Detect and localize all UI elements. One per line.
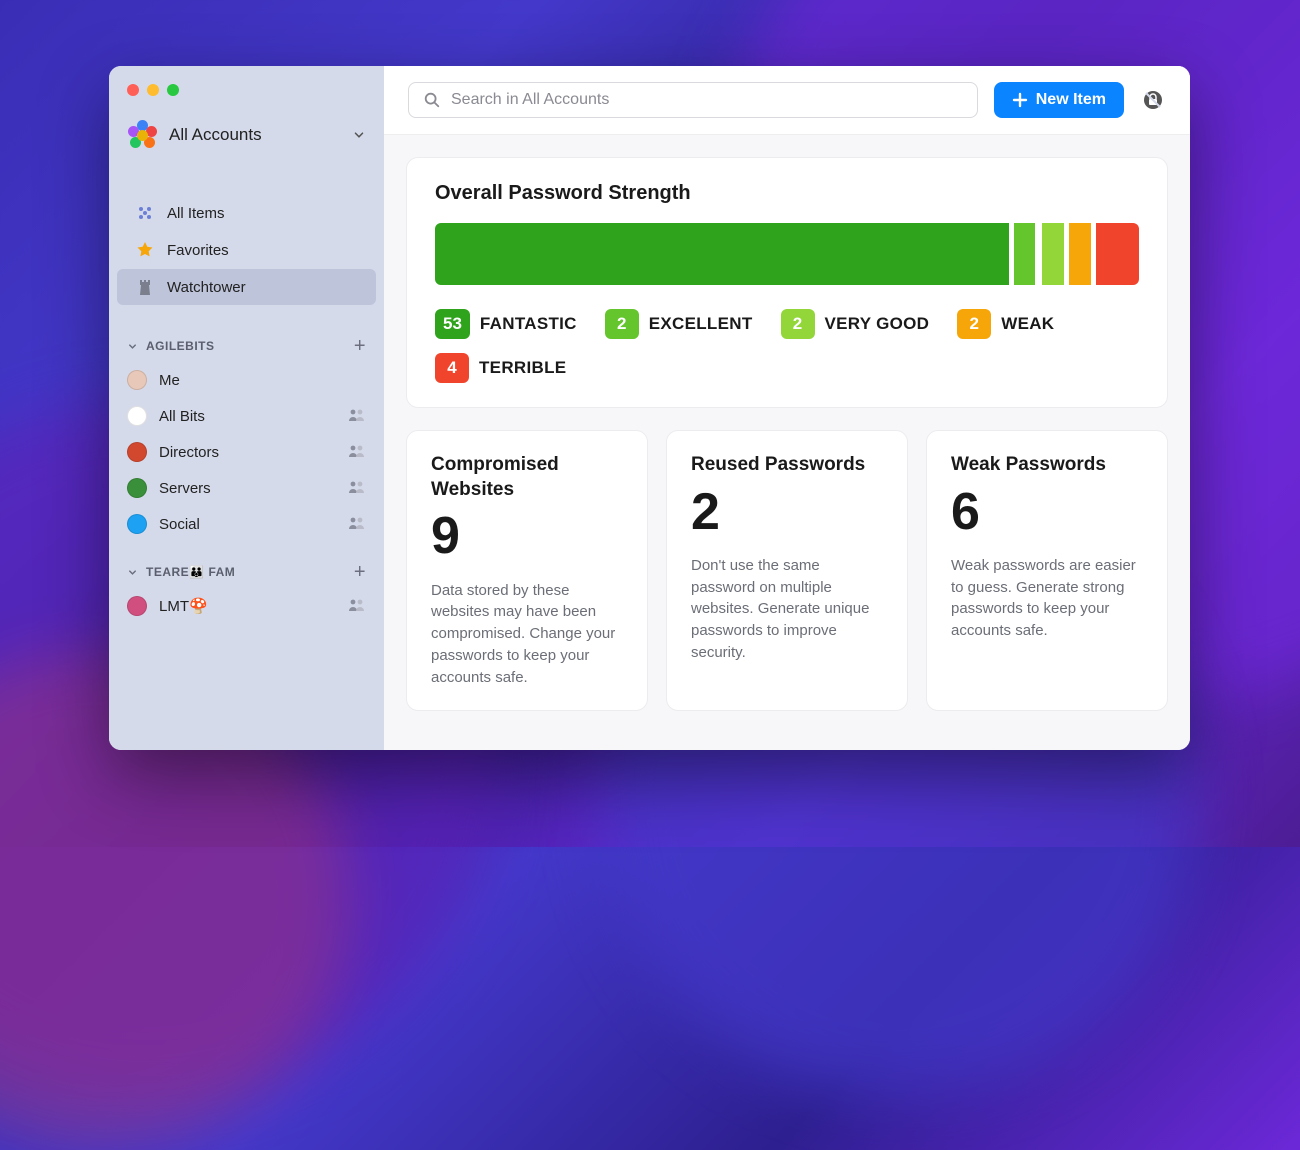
bar-segment-terrible: [1096, 223, 1139, 285]
add-vault-button[interactable]: +: [354, 336, 366, 356]
vault-item-allbits[interactable]: All Bits: [109, 398, 384, 434]
legend-count-badge: 53: [435, 309, 470, 339]
lock-button[interactable]: [1140, 87, 1166, 113]
vault-label: All Bits: [159, 408, 205, 425]
sidebar: All Accounts All Items Favorites Wat: [109, 66, 384, 750]
bar-segment-verygood: [1042, 223, 1064, 285]
shared-icon: [348, 516, 366, 533]
group-header-agilebits[interactable]: AGILEBITS +: [109, 316, 384, 362]
bar-segment-weak: [1069, 223, 1091, 285]
all-items-icon: [135, 203, 155, 223]
vault-icon: [127, 370, 147, 390]
nav-section: All Items Favorites Watchtower: [109, 164, 384, 316]
app-logo-icon: [127, 120, 157, 150]
watchtower-icon: [135, 277, 155, 297]
account-selector[interactable]: All Accounts: [109, 106, 384, 164]
vault-icon: [127, 514, 147, 534]
search-icon: [423, 91, 441, 109]
strength-legend: 53 FANTASTIC 2 EXCELLENT 2 VERY GOOD 2 W…: [435, 309, 1139, 383]
stat-card-value: 2: [691, 484, 883, 541]
stat-card-description: Don't use the same password on multiple …: [691, 555, 883, 664]
strength-card: Overall Password Strength 53 FANTASTIC 2…: [406, 157, 1168, 408]
stat-cards-row: Compromised Websites 9 Data stored by th…: [406, 430, 1168, 711]
plus-icon: [1012, 92, 1028, 108]
vault-icon: [127, 478, 147, 498]
legend-item: 53 FANTASTIC: [435, 309, 577, 339]
legend-item: 2 EXCELLENT: [605, 309, 753, 339]
vault-item-servers[interactable]: Servers: [109, 470, 384, 506]
shared-icon: [348, 444, 366, 461]
vault-icon: [127, 406, 147, 426]
stat-card-compromised[interactable]: Compromised Websites 9 Data stored by th…: [406, 430, 648, 711]
search-input[interactable]: [451, 91, 963, 109]
vault-item-me[interactable]: Me: [109, 362, 384, 398]
sidebar-item-label: Watchtower: [167, 279, 246, 296]
stat-card-reused[interactable]: Reused Passwords 2 Don't use the same pa…: [666, 430, 908, 711]
stat-card-value: 9: [431, 508, 623, 565]
search-field[interactable]: [408, 82, 978, 118]
legend-count-badge: 2: [781, 309, 815, 339]
strength-card-title: Overall Password Strength: [435, 182, 1139, 205]
fullscreen-window-button[interactable]: [167, 84, 179, 96]
new-item-label: New Item: [1036, 91, 1106, 109]
vault-label: Servers: [159, 480, 211, 497]
vault-label: LMT🍄: [159, 597, 208, 615]
stat-card-value: 6: [951, 484, 1143, 541]
shared-icon: [348, 408, 366, 425]
legend-label: VERY GOOD: [825, 314, 930, 334]
vault-item-social[interactable]: Social: [109, 506, 384, 542]
shared-icon: [348, 480, 366, 497]
sidebar-item-watchtower[interactable]: Watchtower: [117, 269, 376, 305]
sidebar-item-label: Favorites: [167, 242, 229, 259]
topbar: New Item: [384, 66, 1190, 135]
stat-card-title: Compromised Websites: [431, 453, 623, 502]
chevron-down-icon: [127, 567, 138, 578]
legend-label: WEAK: [1001, 314, 1054, 334]
legend-item: 4 TERRIBLE: [435, 353, 566, 383]
lock-crossed-icon: [1142, 89, 1164, 111]
strength-bar-chart: [435, 223, 1139, 285]
chevron-down-icon: [127, 341, 138, 352]
add-vault-button[interactable]: +: [354, 562, 366, 582]
legend-item: 2 VERY GOOD: [781, 309, 930, 339]
vault-item-lmt[interactable]: LMT🍄: [109, 588, 384, 624]
chevron-down-icon: [352, 128, 366, 142]
shared-icon: [348, 598, 366, 615]
minimize-window-button[interactable]: [147, 84, 159, 96]
stat-card-description: Data stored by these websites may have b…: [431, 580, 623, 689]
content-area: Overall Password Strength 53 FANTASTIC 2…: [384, 135, 1190, 750]
vault-item-directors[interactable]: Directors: [109, 434, 384, 470]
group-header-teare-fam[interactable]: TEARE👪 FAM +: [109, 542, 384, 588]
sidebar-item-favorites[interactable]: Favorites: [117, 232, 376, 268]
sidebar-item-all-items[interactable]: All Items: [117, 195, 376, 231]
vault-icon: [127, 596, 147, 616]
group-label: AGILEBITS: [146, 339, 215, 353]
legend-count-badge: 2: [605, 309, 639, 339]
legend-label: TERRIBLE: [479, 358, 566, 378]
vault-icon: [127, 442, 147, 462]
legend-count-badge: 4: [435, 353, 469, 383]
bar-segment-excellent: [1014, 223, 1036, 285]
group-label: TEARE👪 FAM: [146, 565, 235, 579]
bar-segment-fantastic: [435, 223, 1009, 285]
vault-label: Social: [159, 516, 200, 533]
legend-count-badge: 2: [957, 309, 991, 339]
sidebar-item-label: All Items: [167, 205, 225, 222]
app-window: All Accounts All Items Favorites Wat: [109, 66, 1190, 750]
legend-label: FANTASTIC: [480, 314, 577, 334]
window-controls: [109, 76, 384, 106]
close-window-button[interactable]: [127, 84, 139, 96]
stat-card-weak[interactable]: Weak Passwords 6 Weak passwords are easi…: [926, 430, 1168, 711]
stat-card-title: Weak Passwords: [951, 453, 1143, 478]
stat-card-description: Weak passwords are easier to guess. Gene…: [951, 555, 1143, 642]
vault-label: Directors: [159, 444, 219, 461]
star-icon: [135, 240, 155, 260]
stat-card-title: Reused Passwords: [691, 453, 883, 478]
legend-item: 2 WEAK: [957, 309, 1054, 339]
legend-label: EXCELLENT: [649, 314, 753, 334]
new-item-button[interactable]: New Item: [994, 82, 1124, 118]
vault-label: Me: [159, 372, 180, 389]
main-area: New Item Overall Password Strength 53 FA…: [384, 66, 1190, 750]
account-title: All Accounts: [169, 125, 340, 145]
